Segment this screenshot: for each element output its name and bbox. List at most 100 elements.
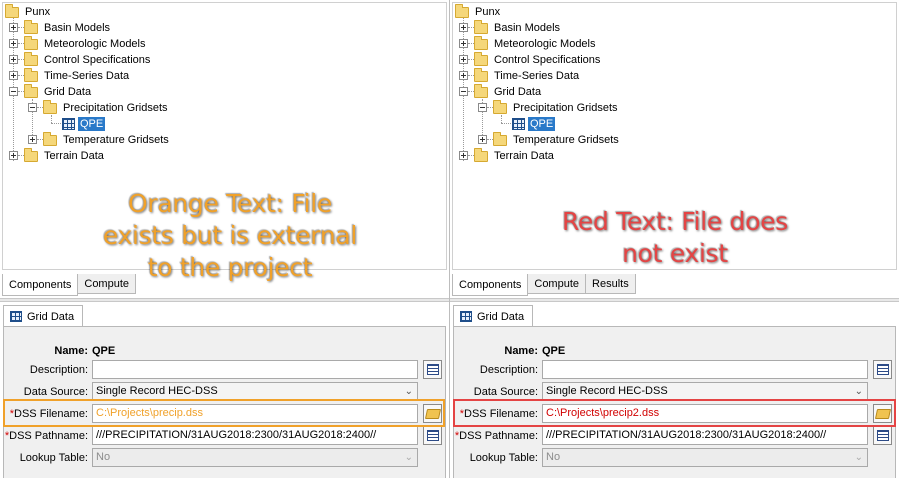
- data-source-value: Single Record HEC-DSS: [546, 385, 668, 397]
- description-editor-button[interactable]: [423, 360, 442, 379]
- description-field[interactable]: [542, 360, 868, 379]
- orange-highlight-box: [3, 399, 445, 427]
- expand-icon[interactable]: [459, 71, 468, 80]
- grid-icon: [512, 118, 525, 130]
- data-source-label: Data Source:: [23, 386, 88, 398]
- dss-pathname-label: *DSS Pathname:: [455, 430, 538, 442]
- tree-item-label: Temperature Gridsets: [513, 134, 619, 146]
- tree-item-control-specifications[interactable]: Control Specifications: [474, 51, 602, 68]
- annotation-text: Orange Text: File exists but is external…: [60, 188, 400, 284]
- folder-icon: [455, 3, 469, 18]
- tree-item-meteorologic-models[interactable]: Meteorologic Models: [474, 35, 598, 52]
- expand-icon[interactable]: [459, 23, 468, 32]
- tree-item-temperature-gridsets[interactable]: Temperature Gridsets: [493, 131, 621, 148]
- tree-item-label: QPE: [78, 117, 106, 131]
- tree-item-label: Meteorologic Models: [44, 38, 146, 50]
- tab-grid-data[interactable]: Grid Data: [3, 305, 84, 327]
- folder-icon: [24, 67, 38, 82]
- collapse-icon[interactable]: [459, 87, 468, 96]
- tree-item-precipitation-gridsets[interactable]: Precipitation Gridsets: [493, 99, 620, 116]
- chevron-down-icon: ⌄: [404, 386, 413, 397]
- data-source-value: Single Record HEC-DSS: [96, 385, 218, 397]
- label-text: DSS Pathname:: [459, 430, 538, 442]
- tree-item-basin-models[interactable]: Basin Models: [24, 19, 112, 36]
- description-field[interactable]: [92, 360, 418, 379]
- expand-icon[interactable]: [9, 71, 18, 80]
- expand-icon[interactable]: [459, 55, 468, 64]
- tree-item-root[interactable]: Punx: [455, 3, 502, 20]
- tree-item-root[interactable]: Punx: [5, 3, 52, 20]
- folder-icon: [493, 99, 507, 114]
- annotation-text: Red Text: File does not exist: [495, 206, 855, 270]
- tree-item-grid-data[interactable]: Grid Data: [474, 83, 543, 100]
- description-editor-button[interactable]: [873, 360, 892, 379]
- dss-pathname-field[interactable]: ///PRECIPITATION/31AUG2018:2300/31AUG201…: [92, 426, 418, 445]
- expand-icon[interactable]: [9, 151, 18, 160]
- expand-icon[interactable]: [9, 23, 18, 32]
- tree-item-label: Grid Data: [44, 86, 92, 98]
- tree-item-label: Grid Data: [494, 86, 542, 98]
- annotation-line: Orange Text: File: [128, 189, 332, 218]
- pathname-select-button[interactable]: [423, 426, 442, 445]
- tree-item-qpe[interactable]: QPE: [512, 116, 556, 132]
- tree-item-label: Basin Models: [494, 22, 561, 34]
- folder-icon: [24, 147, 38, 162]
- splitter[interactable]: [0, 298, 449, 302]
- name-value: QPE: [92, 345, 116, 357]
- description-label: Description:: [29, 364, 88, 376]
- expand-icon[interactable]: [28, 135, 37, 144]
- explorer-tabs: Components Compute Results: [452, 274, 636, 296]
- collapse-icon[interactable]: [9, 87, 18, 96]
- expand-icon[interactable]: [9, 55, 18, 64]
- expand-icon[interactable]: [459, 151, 468, 160]
- data-source-label: Data Source:: [473, 386, 538, 398]
- description-label: Description:: [479, 364, 538, 376]
- tree-item-label: Control Specifications: [494, 54, 601, 66]
- chevron-down-icon: ⌄: [854, 452, 863, 463]
- tree-item-basin-models[interactable]: Basin Models: [474, 19, 562, 36]
- tree-item-label: Control Specifications: [44, 54, 151, 66]
- tree-item-time-series-data[interactable]: Time-Series Data: [24, 67, 131, 84]
- list-icon: [876, 364, 889, 375]
- chevron-down-icon: ⌄: [404, 452, 413, 463]
- tree-item-terrain-data[interactable]: Terrain Data: [24, 147, 106, 164]
- expand-icon[interactable]: [459, 39, 468, 48]
- lookup-table-value: No: [96, 451, 111, 463]
- dss-pathname-field[interactable]: ///PRECIPITATION/31AUG2018:2300/31AUG201…: [542, 426, 868, 445]
- folder-icon: [474, 67, 488, 82]
- tree-item-temperature-gridsets[interactable]: Temperature Gridsets: [43, 131, 171, 148]
- grid-icon: [62, 118, 75, 130]
- pathname-select-button[interactable]: [873, 426, 892, 445]
- tree-item-time-series-data[interactable]: Time-Series Data: [474, 67, 581, 84]
- folder-icon: [24, 35, 38, 50]
- expand-icon[interactable]: [478, 135, 487, 144]
- tree-item-qpe[interactable]: QPE: [62, 116, 106, 132]
- tree-item-grid-data[interactable]: Grid Data: [24, 83, 93, 100]
- tab-label: Grid Data: [477, 310, 525, 323]
- tree-item-terrain-data[interactable]: Terrain Data: [474, 147, 556, 164]
- tab-grid-data[interactable]: Grid Data: [453, 305, 534, 327]
- name-value: QPE: [542, 345, 566, 357]
- left-panel: Punx Basin Models Meteorologic Models Co…: [0, 0, 449, 478]
- tree-item-label: Meteorologic Models: [494, 38, 596, 50]
- expand-icon[interactable]: [9, 39, 18, 48]
- annotation-line: not exist: [622, 239, 728, 268]
- tree-item-label: Temperature Gridsets: [63, 134, 169, 146]
- tab-components[interactable]: Components: [452, 274, 529, 296]
- tree-item-precipitation-gridsets[interactable]: Precipitation Gridsets: [43, 99, 170, 116]
- tree-item-label: Terrain Data: [44, 150, 104, 162]
- lookup-table-value: No: [546, 451, 561, 463]
- tree-item-control-specifications[interactable]: Control Specifications: [24, 51, 152, 68]
- tab-results[interactable]: Results: [585, 274, 636, 294]
- folder-icon: [474, 35, 488, 50]
- collapse-icon[interactable]: [478, 103, 487, 112]
- right-panel: Punx Basin Models Meteorologic Models Co…: [450, 0, 899, 478]
- tree-item-label: Precipitation Gridsets: [513, 102, 618, 114]
- splitter[interactable]: [450, 298, 899, 302]
- tab-compute[interactable]: Compute: [527, 274, 587, 294]
- tree-item-label: Time-Series Data: [494, 70, 580, 82]
- collapse-icon[interactable]: [28, 103, 37, 112]
- annotation-line: to the project: [147, 253, 313, 282]
- tree-item-meteorologic-models[interactable]: Meteorologic Models: [24, 35, 148, 52]
- tree-item-label: Precipitation Gridsets: [63, 102, 168, 114]
